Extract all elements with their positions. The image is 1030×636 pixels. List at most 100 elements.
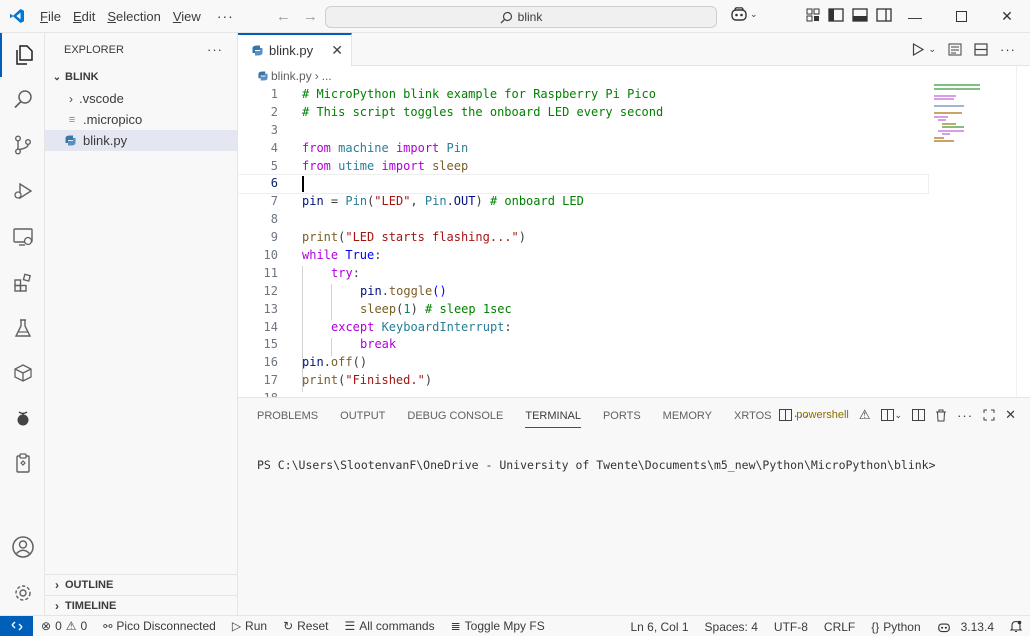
notifications-bell-icon[interactable] xyxy=(1002,616,1030,636)
code-line: 8 xyxy=(238,211,928,229)
customize-layout-icon[interactable] xyxy=(806,8,820,22)
language-mode[interactable]: {} Python xyxy=(863,616,928,636)
encoding[interactable]: UTF-8 xyxy=(766,616,816,636)
timeline-section[interactable]: › TIMELINE xyxy=(45,595,238,616)
reset-icon: ↻ xyxy=(283,619,294,633)
tab-xrtos[interactable]: XRTOS xyxy=(734,398,772,434)
code-token: # onboard LED xyxy=(489,194,584,209)
forward-arrow-icon[interactable]: → xyxy=(303,8,318,25)
command-center-search[interactable]: blink xyxy=(325,6,717,28)
layout-icon[interactable] xyxy=(912,409,926,421)
close-icon[interactable]: ✕ xyxy=(331,42,343,59)
code-text: while True: xyxy=(302,247,381,265)
code-token: "Finished." xyxy=(345,373,425,388)
terminal-output[interactable]: PS C:\Users\SlootenvanF\OneDrive - Unive… xyxy=(257,458,936,472)
chevron-down-icon[interactable]: ⌄ xyxy=(928,44,936,55)
copilot-button[interactable]: ⌄ xyxy=(730,6,758,22)
code-token: Pin xyxy=(424,194,447,209)
minimap[interactable] xyxy=(934,84,1014,154)
tab-terminal[interactable]: TERMINAL xyxy=(525,398,581,434)
maximize-button[interactable] xyxy=(938,0,984,33)
remote-explorer-icon[interactable] xyxy=(0,215,45,259)
code-line: 3 xyxy=(238,122,928,140)
cursor-position[interactable]: Ln 6, Col 1 xyxy=(622,616,696,636)
tree-item-vscode[interactable]: › .vscode xyxy=(45,88,237,109)
all-commands-button[interactable]: ☰ All commands xyxy=(336,616,442,636)
line-number: 13 xyxy=(263,301,278,316)
explorer-icon[interactable] xyxy=(0,33,45,77)
code-token: ) xyxy=(424,373,433,388)
more-actions-button[interactable]: ··· xyxy=(1000,42,1016,57)
extensions-icon[interactable] xyxy=(0,261,45,305)
minimize-button[interactable]: — xyxy=(892,0,938,33)
split-terminal-icon[interactable]: ⌄ xyxy=(880,409,902,421)
breadcrumb: blink.py › ... xyxy=(238,66,1030,86)
tree-item-label: .micropico xyxy=(83,112,143,127)
reset-button[interactable]: ↻ Reset xyxy=(275,616,336,636)
toggle-fs-button[interactable]: ≣ Toggle Mpy FS xyxy=(443,616,553,636)
indentation[interactable]: Spaces: 4 xyxy=(697,616,766,636)
panel-actions-more-button[interactable]: ··· xyxy=(957,408,973,423)
settings-gear-icon[interactable] xyxy=(0,571,45,615)
sidebar-more-button[interactable]: ··· xyxy=(207,42,223,57)
code-token: "LED starts flashing..." xyxy=(345,230,519,245)
warning-icon[interactable]: ⚠ xyxy=(859,407,871,423)
problems-status[interactable]: ⊗ 0 ⚠ 0 xyxy=(33,616,95,636)
terminal-shell-selector[interactable]: powershell xyxy=(779,409,849,421)
run-debug-icon[interactable] xyxy=(0,169,45,213)
toggle-secondary-sidebar-icon[interactable] xyxy=(876,8,892,22)
breadcrumb-file[interactable]: blink.py xyxy=(271,69,312,83)
editor-scrollbar[interactable] xyxy=(1016,66,1030,397)
code-token: sleep xyxy=(360,301,397,316)
menu-file[interactable]: File xyxy=(34,0,67,33)
menu-edit[interactable]: Edit xyxy=(67,0,101,33)
python-interpreter[interactable]: 3.13.4 xyxy=(929,616,1002,636)
testing-flask-icon[interactable] xyxy=(0,306,45,350)
run-button[interactable]: ▷ Run xyxy=(224,616,275,636)
run-play-icon[interactable] xyxy=(912,43,925,56)
search-view-icon[interactable] xyxy=(0,77,45,121)
code-editor[interactable]: blink.py › ... 1 # MicroPython blink exam… xyxy=(238,66,1030,397)
line-number: 12 xyxy=(263,283,278,298)
tab-ports[interactable]: PORTS xyxy=(603,398,641,434)
code-text: from machine import Pin xyxy=(302,140,468,158)
source-control-icon[interactable] xyxy=(0,123,45,167)
breadcrumb-symbols[interactable]: ... xyxy=(322,69,332,83)
copilot-icon xyxy=(730,6,748,22)
tree-item-blink-py[interactable]: blink.py xyxy=(45,130,237,151)
tree-item-micropico[interactable]: ≡ .micropico xyxy=(45,109,237,130)
code-token: . xyxy=(323,355,331,370)
clipboard-icon[interactable] xyxy=(0,441,45,485)
pico-status[interactable]: ⚯ Pico Disconnected xyxy=(95,616,224,636)
back-arrow-icon[interactable]: ← xyxy=(276,8,291,25)
code-token: # sleep 1sec xyxy=(425,301,512,316)
toggle-primary-sidebar-icon[interactable] xyxy=(828,8,844,22)
split-editor-icon[interactable] xyxy=(974,43,988,56)
folder-blink[interactable]: ⌄ BLINK xyxy=(45,66,237,88)
outline-section[interactable]: › OUTLINE xyxy=(45,574,238,595)
remote-indicator-icon[interactable] xyxy=(0,615,33,636)
code-text: except KeyboardInterrupt: xyxy=(331,319,512,337)
menu-view[interactable]: View xyxy=(167,0,207,33)
close-panel-icon[interactable]: ✕ xyxy=(1005,407,1016,423)
raspberry-pi-icon[interactable] xyxy=(0,396,45,440)
tab-blink-py[interactable]: blink.py ✕ xyxy=(238,33,352,66)
tab-memory[interactable]: MEMORY xyxy=(663,398,712,434)
close-window-button[interactable]: ✕ xyxy=(984,0,1030,33)
end-of-line[interactable]: CRLF xyxy=(816,616,863,636)
tab-problems[interactable]: PROBLEMS xyxy=(257,398,318,434)
warning-count: 0 xyxy=(80,619,88,633)
code-token: 1 xyxy=(403,301,411,316)
toggle-panel-icon[interactable] xyxy=(852,8,868,22)
tab-output[interactable]: OUTPUT xyxy=(340,398,385,434)
account-icon[interactable] xyxy=(0,525,45,569)
tab-debug-console[interactable]: DEBUG CONSOLE xyxy=(407,398,503,434)
menu-selection[interactable]: Selection xyxy=(101,0,166,33)
line-number: 16 xyxy=(263,355,278,370)
chevron-right-icon: › xyxy=(314,69,319,83)
menu-more-button[interactable]: ··· xyxy=(207,0,244,33)
package-box-icon[interactable] xyxy=(0,351,45,395)
trash-icon[interactable] xyxy=(935,409,947,422)
open-changes-icon[interactable] xyxy=(948,43,962,56)
maximize-panel-icon[interactable] xyxy=(983,409,995,421)
